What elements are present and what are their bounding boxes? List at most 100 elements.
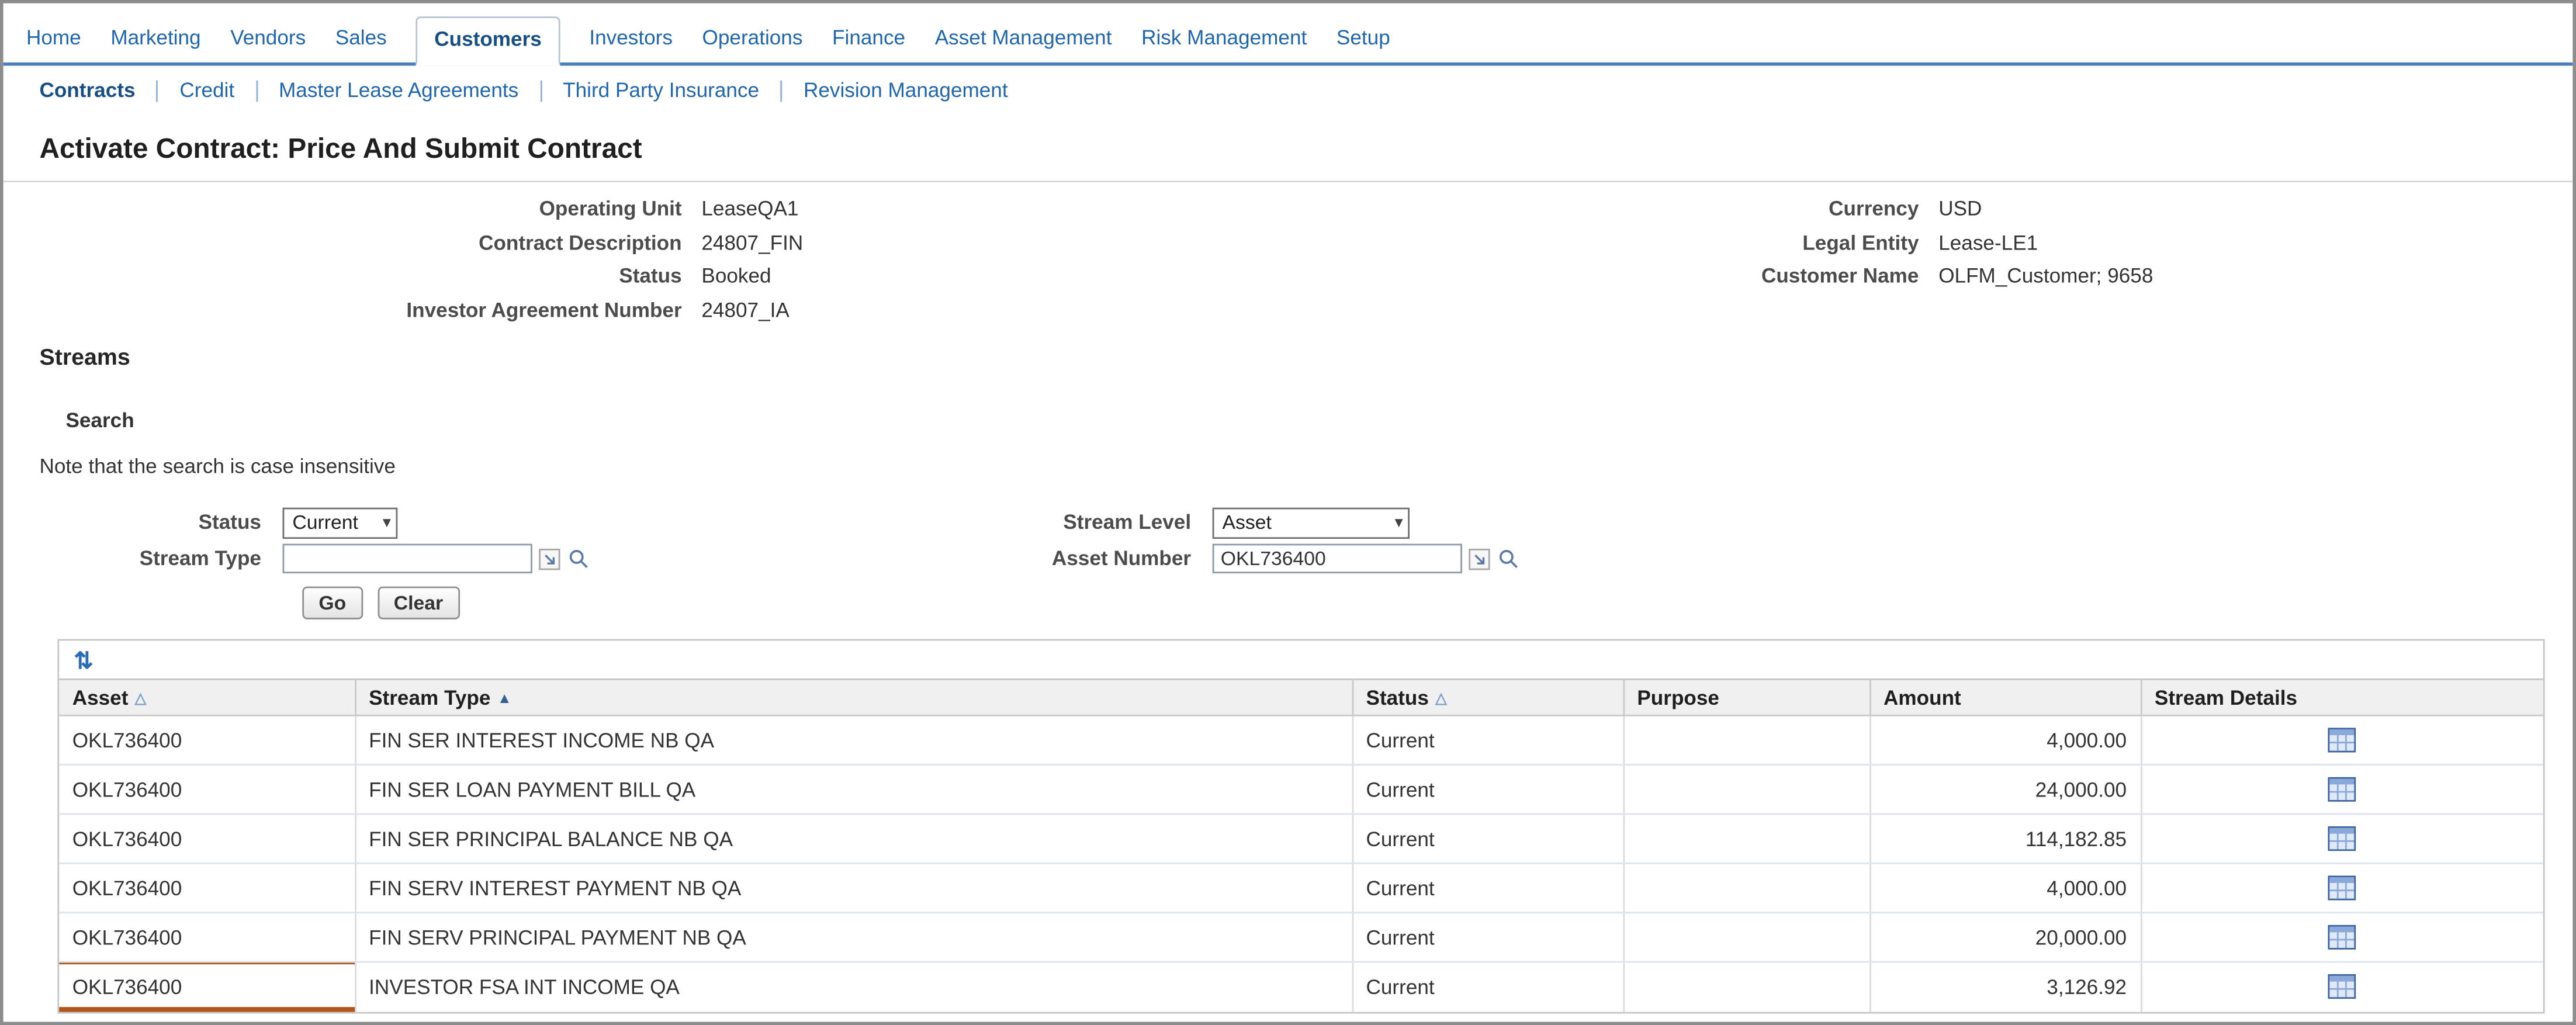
contract-details-right: CurrencyUSD Legal EntityLease-LE1 Custom… [1314,192,2572,327]
tab-sales[interactable]: Sales [335,26,387,63]
chevron-down-icon: ▾ [1395,514,1403,532]
asset-cell: OKL736400 [59,765,355,814]
tab-vendors[interactable]: Vendors [230,26,306,63]
stream-level-select-value: Asset [1223,511,1272,534]
stream-details-cell [2141,715,2543,764]
search-form-left: Status Current ▾ Stream Type [4,504,923,577]
stream-type-input[interactable] [283,544,532,574]
stream-details-icon[interactable] [2328,728,2356,753]
table-row-highlighted: OKL736400 INVESTOR FSA INT INCOME QA Cur… [59,962,2543,1011]
tab-customers[interactable]: Customers [416,16,559,65]
asset-number-input[interactable] [1213,544,1462,574]
search-icon[interactable] [567,547,590,570]
status-cell: Current [1352,715,1623,764]
lov-arrow-icon[interactable] [1469,548,1490,570]
detail-row: CurrencyUSD [1314,192,2572,226]
stream-details-cell [2141,765,2543,814]
status-cell: Current [1352,814,1623,863]
status-label: Status [4,511,261,534]
tab-home[interactable]: Home [26,26,81,63]
amount-cell: 4,000.00 [1869,863,2141,912]
purpose-cell [1623,863,1869,912]
detail-value: 24807_FIN [682,231,804,254]
column-header-stream-details: Stream Details [2141,679,2543,715]
stream-details-icon[interactable] [2328,975,2356,999]
detail-row: Investor Agreement Number24807_IA [4,293,804,327]
stream-level-label: Stream Level [923,511,1191,534]
stream-details-icon[interactable] [2328,777,2356,802]
sort-columns-icon[interactable]: ⇅ [74,648,94,671]
table-row: OKL736400 FIN SER INTEREST INCOME NB QA … [59,715,2543,764]
tab-finance[interactable]: Finance [832,26,905,63]
tab-setup[interactable]: Setup [1337,26,1390,63]
status-cell: Current [1352,863,1623,912]
column-header-status[interactable]: Status△ [1352,679,1623,715]
search-form: Status Current ▾ Stream Type [4,504,2573,577]
lov-arrow-icon[interactable] [539,548,560,570]
status-select-value: Current [292,511,358,534]
sort-unsorted-icon: △ [135,689,146,705]
form-row: Stream Level Asset ▾ [923,504,1519,541]
stream-level-select[interactable]: Asset ▾ [1213,507,1410,538]
tab-investors[interactable]: Investors [589,26,673,63]
top-tab-bar: Home Marketing Vendors Sales Customers I… [4,4,2573,66]
stream-details-icon[interactable] [2328,925,2356,950]
tab-risk-management[interactable]: Risk Management [1141,26,1307,63]
status-cell: Current [1352,962,1623,1011]
subtab-credit[interactable]: Credit [179,79,234,102]
asset-cell: OKL736400 [59,913,355,962]
tab-marketing[interactable]: Marketing [110,26,200,63]
search-icon[interactable] [1497,547,1519,570]
asset-cell: OKL736400 [59,962,355,1011]
detail-value: USD [1919,197,1982,220]
subtab-master-lease-agreements[interactable]: Master Lease Agreements [279,79,518,102]
chevron-down-icon: ▾ [383,514,391,532]
form-row: Status Current ▾ [4,504,923,541]
detail-row: Contract Description24807_FIN [4,226,804,260]
detail-label: Legal Entity [1314,226,1919,260]
streams-section-heading: Streams [39,344,2572,373]
amount-cell: 20,000.00 [1869,913,2141,962]
column-header-label: Amount [1883,686,1961,709]
sort-ascending-icon: ▲ [497,689,512,705]
subtab-contracts[interactable]: Contracts [39,79,135,102]
search-form-right: Stream Level Asset ▾ Asset Number [923,504,1519,577]
stream-type-cell: FIN SER PRINCIPAL BALANCE NB QA [355,814,1352,863]
asset-cell: OKL736400 [59,715,355,764]
column-header-stream-type[interactable]: Stream Type▲ [355,679,1352,715]
tab-asset-management[interactable]: Asset Management [935,26,1112,63]
column-header-purpose: Purpose [1623,679,1869,715]
amount-cell: 114,182.85 [1869,814,2141,863]
subtab-third-party-insurance[interactable]: Third Party Insurance [563,79,759,102]
column-header-asset[interactable]: Asset△ [59,679,355,715]
detail-value: OLFM_Customer; 9658 [1919,265,2153,288]
detail-label: Currency [1314,192,1919,226]
purpose-cell [1623,765,1869,814]
search-heading: Search [65,409,2572,435]
subtab-divider [781,79,783,101]
detail-label: Customer Name [1314,259,1919,293]
clear-button[interactable]: Clear [378,587,460,619]
purpose-cell [1623,715,1869,764]
stream-type-cell: FIN SERV PRINCIPAL PAYMENT NB QA [355,913,1352,962]
tab-operations[interactable]: Operations [702,26,803,63]
stream-type-cell: INVESTOR FSA INT INCOME QA [355,962,1352,1011]
subtab-divider [540,79,542,101]
go-button[interactable]: Go [302,587,362,619]
streams-table: Asset△ Stream Type▲ Status△ Purpose Amou… [59,678,2543,1011]
status-select[interactable]: Current ▾ [283,507,398,538]
stream-details-cell [2141,814,2543,863]
stream-details-cell [2141,863,2543,912]
detail-label: Investor Agreement Number [4,293,682,327]
stream-details-icon[interactable] [2328,876,2356,901]
stream-details-icon[interactable] [2328,826,2356,851]
column-header-label: Stream Details [2155,686,2297,709]
asset-cell: OKL736400 [59,863,355,912]
contract-details: Operating UnitLeaseQA1 Contract Descript… [4,182,2573,327]
detail-label: Operating Unit [4,192,682,226]
subtab-revision-management[interactable]: Revision Management [804,79,1008,102]
purpose-cell [1623,962,1869,1011]
status-cell: Current [1352,765,1623,814]
sub-tab-bar: Contracts Credit Master Lease Agreements… [4,65,2573,113]
stream-type-cell: FIN SER INTEREST INCOME NB QA [355,715,1352,764]
